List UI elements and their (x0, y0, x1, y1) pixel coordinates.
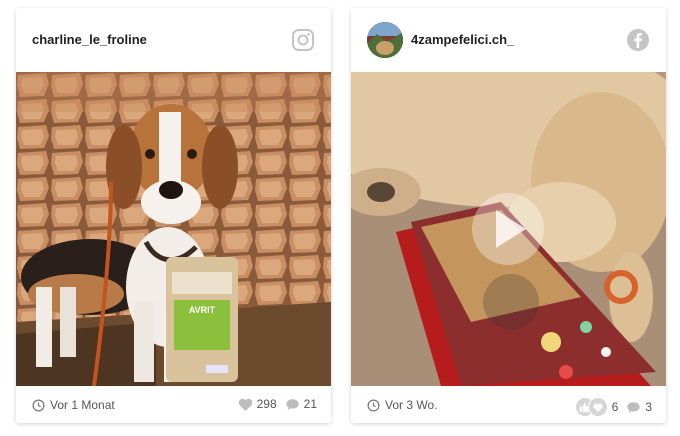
post-stats: 6 3 (575, 397, 652, 417)
comments-count: 21 (303, 397, 317, 411)
comments-stat: 3 (626, 400, 652, 414)
post-username[interactable]: charline_le_froline (32, 32, 147, 47)
post-time-text: Vor 3 Wo. (385, 398, 438, 412)
reactions-icons (575, 397, 608, 417)
comment-icon (285, 398, 299, 410)
likes-stat: 298 (238, 397, 277, 411)
instagram-icon[interactable] (291, 28, 315, 52)
social-post-card[interactable]: charline_le_froline AVRIT Vor 1 Monat 29… (16, 8, 331, 423)
post-time: Vor 3 Wo. (367, 398, 437, 412)
beagle-woodpile-photo: AVRIT (16, 72, 331, 386)
post-time-text: Vor 1 Monat (50, 398, 115, 412)
post-footer: Vor 1 Monat 298 21 (16, 386, 331, 423)
post-time: Vor 1 Monat (32, 398, 115, 412)
dog-advent-calendar-photo (351, 72, 666, 386)
post-photo[interactable]: AVRIT (16, 72, 331, 386)
heart-reaction-icon (587, 397, 608, 417)
post-footer: Vor 3 Wo. 6 3 (351, 386, 666, 423)
post-stats: 298 21 (230, 397, 317, 411)
post-video-thumbnail[interactable] (351, 72, 666, 386)
social-post-card[interactable]: 4zampefelici.ch_ Vor 3 Wo. 6 3 (351, 8, 666, 423)
product-label: AVRIT (189, 305, 216, 315)
reactions-count: 6 (611, 400, 619, 414)
clock-icon (32, 399, 45, 411)
comments-stat: 21 (285, 397, 317, 411)
comment-icon (627, 401, 641, 413)
post-header: charline_le_froline (16, 8, 331, 72)
heart-icon (238, 398, 252, 411)
facebook-icon[interactable] (626, 28, 650, 52)
avatar[interactable] (367, 22, 403, 58)
comments-count: 3 (645, 400, 652, 414)
likes-count: 298 (256, 397, 277, 411)
post-username[interactable]: 4zampefelici.ch_ (411, 32, 514, 47)
avatar-image (367, 22, 403, 58)
clock-icon (367, 399, 380, 411)
post-header: 4zampefelici.ch_ (351, 8, 666, 72)
